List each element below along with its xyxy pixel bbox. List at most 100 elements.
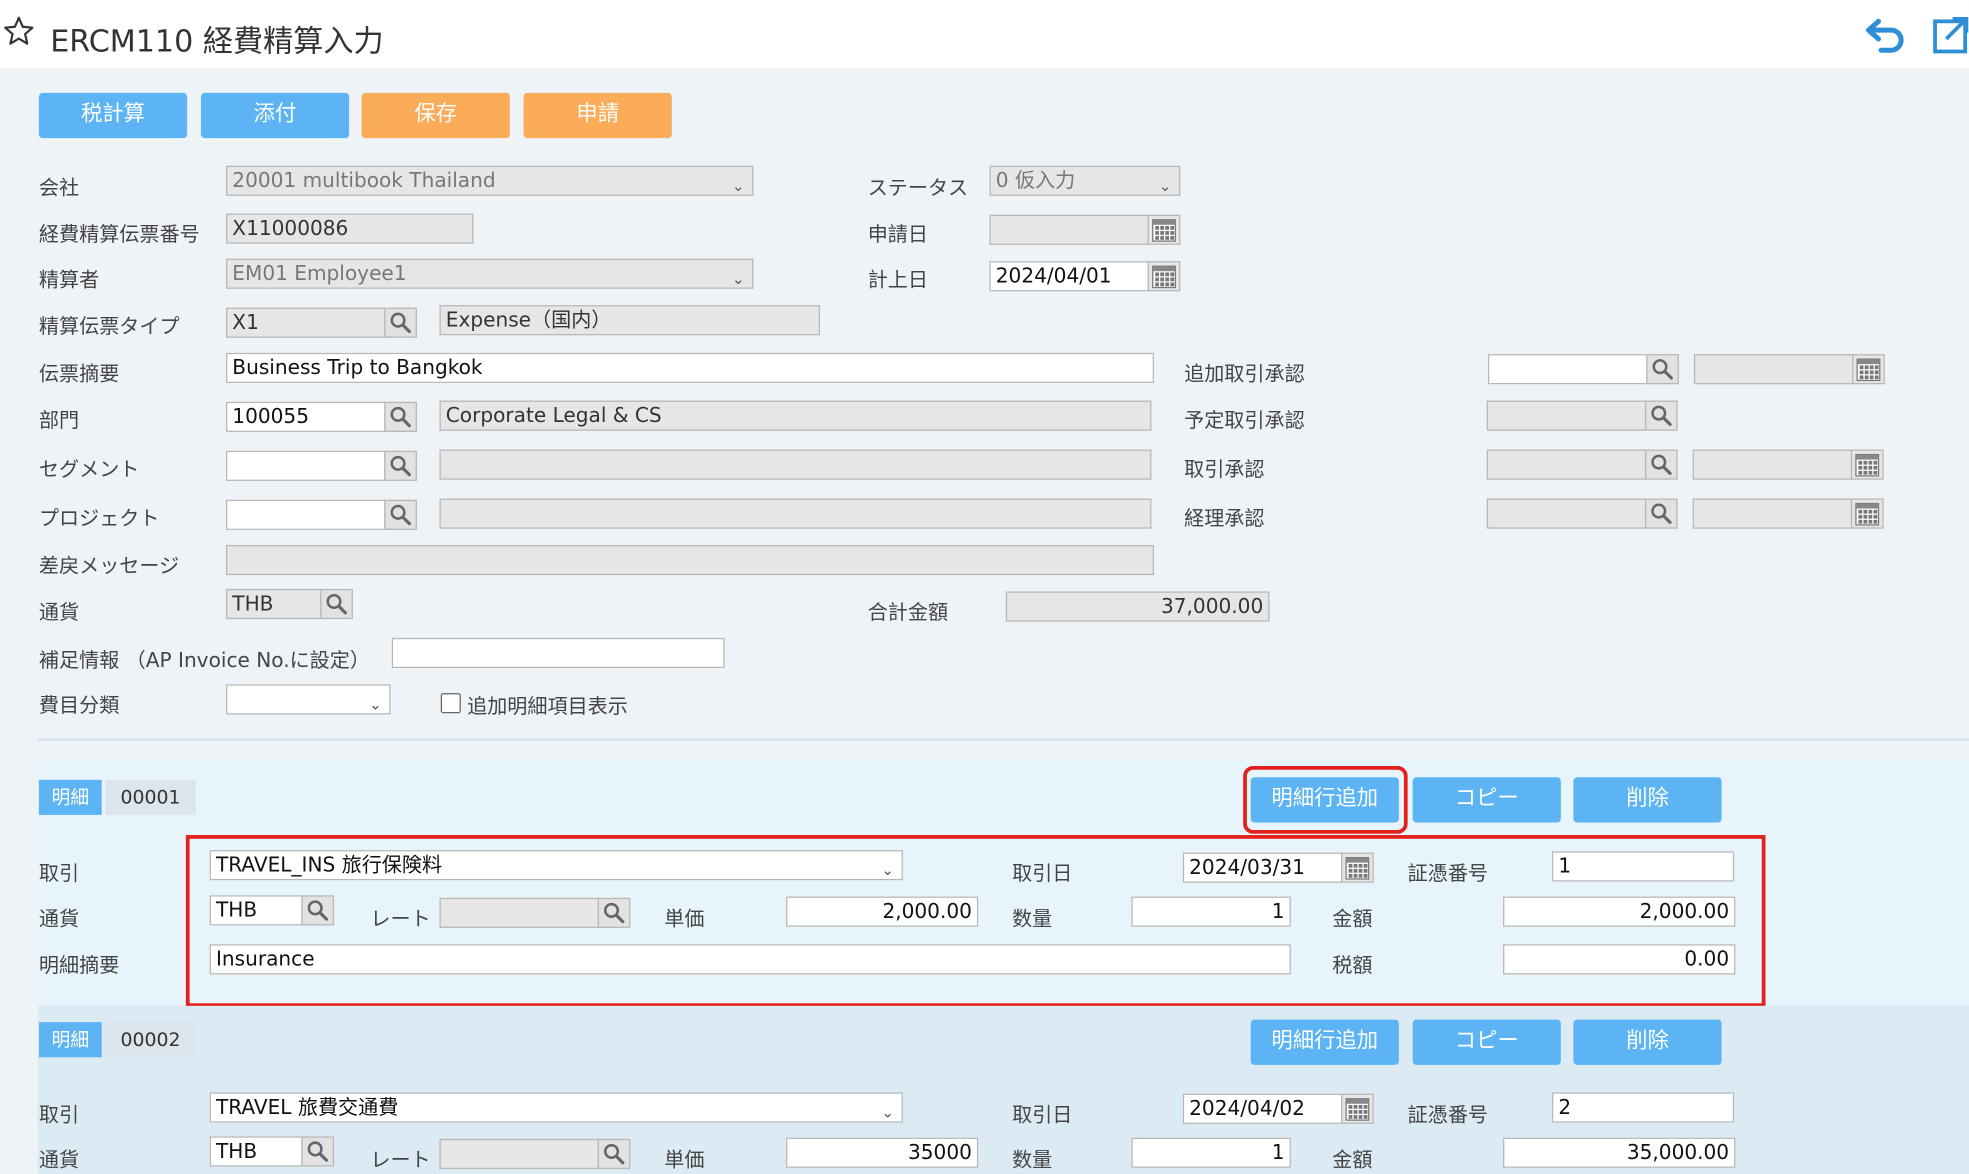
segment-label: セグメント [38, 457, 140, 481]
dept-code-field[interactable]: 100055 [226, 401, 386, 432]
planned-approval-field[interactable] [1486, 400, 1647, 431]
calendar-icon[interactable] [1341, 1093, 1374, 1124]
undo-icon[interactable] [1863, 14, 1908, 54]
qty-label: 数量 [1012, 1147, 1053, 1172]
detail-tag: 明細 [38, 1022, 102, 1058]
txn-select[interactable]: TRAVEL 旅費交通費 ⌄ [209, 1092, 903, 1123]
search-icon[interactable] [384, 307, 417, 338]
status-value: 0 仮入力 [995, 168, 1076, 193]
posting-date-field[interactable]: 2024/04/01 [989, 261, 1149, 292]
calendar-icon[interactable] [1850, 449, 1884, 480]
txn-date-label: 取引日 [1012, 1102, 1073, 1127]
txn-approval-field[interactable] [1486, 449, 1647, 480]
txn-date-field[interactable]: 2024/04/02 [1182, 1093, 1343, 1124]
expense-cat-label: 費目分類 [38, 693, 120, 718]
chevron-down-icon: ⌄ [731, 177, 745, 195]
show-extra-checkbox[interactable] [440, 693, 461, 714]
search-icon[interactable] [384, 499, 417, 530]
company-select[interactable]: 20001 multibook Thailand ⌄ [226, 165, 754, 196]
supplement-field[interactable] [391, 637, 725, 669]
summary-field[interactable]: Business Trip to Bangkok [226, 352, 1154, 383]
unit-price-field[interactable]: 35000 [786, 1137, 979, 1168]
tax-calc-button[interactable]: 税計算 [38, 92, 188, 139]
highlight-add-row [1243, 765, 1408, 834]
amount-label: 金額 [1332, 1147, 1373, 1172]
calendar-icon[interactable] [1850, 498, 1884, 529]
amount-field[interactable]: 35,000.00 [1503, 1137, 1736, 1168]
qty-field[interactable]: 1 [1131, 1137, 1291, 1168]
line-currency-label: 通貨 [38, 1147, 80, 1172]
memo-label: 明細摘要 [38, 953, 120, 977]
calendar-icon[interactable] [1147, 261, 1181, 292]
return-msg-label: 差戻メッセージ [38, 553, 180, 578]
apply-button[interactable]: 申請 [523, 92, 672, 139]
copy-button[interactable]: コピー [1412, 777, 1561, 823]
settler-value: EM01 Employee1 [232, 261, 407, 286]
voucher-type-code-field[interactable]: X1 [226, 307, 386, 338]
rate-label: レート [370, 1147, 431, 1172]
calendar-icon[interactable] [1147, 214, 1181, 245]
return-msg-field [226, 544, 1154, 576]
dept-label: 部門 [38, 408, 80, 432]
unit-price-label: 単価 [664, 1147, 705, 1172]
txn-label: 取引 [38, 861, 80, 886]
summary-label: 伝票摘要 [38, 361, 120, 386]
attach-button[interactable]: 添付 [200, 92, 350, 139]
acct-approval-field[interactable] [1486, 498, 1647, 529]
settler-select[interactable]: EM01 Employee1 ⌄ [226, 258, 754, 289]
txn-label: 取引 [38, 1102, 80, 1127]
status-label: ステータス [867, 175, 969, 200]
company-value: 20001 multibook Thailand [232, 168, 496, 193]
delete-button[interactable]: 削除 [1573, 777, 1722, 823]
detail-tag: 明細 [38, 779, 102, 815]
save-button[interactable]: 保存 [361, 92, 510, 139]
popout-icon[interactable] [1931, 14, 1969, 54]
star-outline-icon[interactable] [3, 15, 36, 48]
line-currency-field[interactable]: THB [209, 1136, 303, 1167]
search-icon[interactable] [1644, 449, 1678, 480]
segment-name-field [439, 449, 1152, 480]
project-label: プロジェクト [38, 506, 160, 530]
extra-approval-field[interactable] [1488, 354, 1648, 385]
receipt-label: 証憑番号 [1407, 1102, 1489, 1127]
calendar-icon[interactable] [1852, 354, 1885, 385]
dept-name-field: Corporate Legal & CS [439, 400, 1152, 431]
chevron-down-icon: ⌄ [731, 269, 745, 288]
apply-date-field[interactable] [989, 214, 1149, 245]
page-title: ERCM110 経費精算入力 [50, 23, 384, 60]
search-icon[interactable] [597, 1138, 631, 1170]
voucher-type-label: 精算伝票タイプ [38, 313, 180, 338]
acct-approval-date-field[interactable] [1692, 498, 1853, 529]
search-icon[interactable] [384, 401, 417, 432]
segment-field[interactable] [226, 450, 386, 481]
copy-button[interactable]: コピー [1412, 1019, 1561, 1065]
add-row-button[interactable]: 明細行追加 [1250, 1019, 1399, 1065]
divider [37, 738, 1969, 741]
currency-label: 通貨 [38, 600, 80, 625]
delete-button[interactable]: 削除 [1573, 1019, 1722, 1065]
txn-value: TRAVEL 旅費交通費 [215, 1094, 399, 1119]
currency-field[interactable]: THB [226, 588, 322, 620]
search-icon[interactable] [320, 588, 353, 620]
extra-approval-date-field[interactable] [1693, 354, 1854, 385]
voucher-no-field[interactable]: X11000086 [226, 213, 474, 244]
extra-approval-label: 追加取引承認 [1184, 361, 1305, 386]
project-field[interactable] [226, 499, 386, 530]
search-icon[interactable] [1644, 400, 1678, 431]
txn-approval-label: 取引承認 [1184, 457, 1265, 481]
chevron-down-icon: ⌄ [1158, 177, 1172, 195]
receipt-field[interactable]: 2 [1552, 1092, 1735, 1123]
chevron-down-icon: ⌄ [369, 695, 382, 714]
expense-cat-select[interactable]: ⌄ [226, 684, 391, 715]
search-icon[interactable] [384, 450, 417, 481]
search-icon[interactable] [301, 1136, 335, 1167]
highlight-detail-1 [185, 835, 1766, 1008]
search-icon[interactable] [1646, 354, 1679, 385]
status-select[interactable]: 0 仮入力 ⌄ [989, 165, 1181, 196]
search-icon[interactable] [1644, 498, 1678, 529]
total-label: 合計金額 [867, 600, 949, 625]
project-name-field [439, 498, 1152, 529]
voucher-no-label: 経費精算伝票番号 [38, 222, 200, 247]
txn-approval-date-field[interactable] [1692, 449, 1853, 480]
rate-field[interactable] [439, 1138, 599, 1170]
